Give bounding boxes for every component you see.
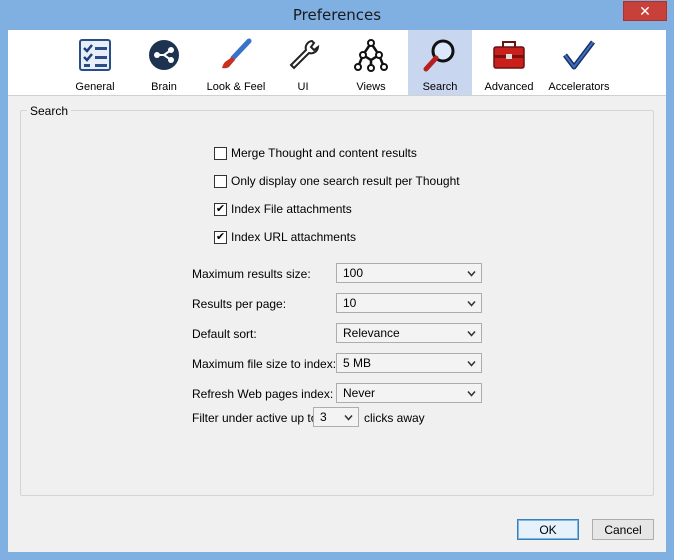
chevron-down-icon <box>344 415 353 421</box>
max-results-label: Maximum results size: <box>192 267 311 281</box>
toolbox-icon <box>489 35 529 75</box>
tab-label: Advanced <box>484 81 534 93</box>
refresh-web-index-label: Refresh Web pages index: <box>192 387 334 401</box>
default-sort-select[interactable]: Relevance <box>336 323 482 343</box>
tab-accelerators[interactable]: Accelerators <box>546 30 612 95</box>
paintbrush-icon <box>216 35 256 75</box>
checkbox-label: Index URL attachments <box>231 230 356 244</box>
dialog-body: General Brain Look & Feel UI Views Searc… <box>8 30 666 552</box>
checklist-icon <box>75 35 115 75</box>
tab-label: Look & Feel <box>206 81 266 93</box>
checkbox-label: Index File attachments <box>231 202 352 216</box>
checkbox-box[interactable]: ✔ <box>214 202 227 216</box>
chevron-down-icon <box>467 391 476 397</box>
tab-label: Views <box>356 81 386 93</box>
tab-label: UI <box>297 81 309 93</box>
chevron-down-icon <box>467 331 476 337</box>
category-toolbar: General Brain Look & Feel UI Views Searc… <box>8 30 666 96</box>
default-sort-label: Default sort: <box>192 327 257 341</box>
chevron-down-icon <box>467 271 476 277</box>
tab-label: Search <box>422 81 458 93</box>
group-title: Search <box>27 104 72 118</box>
refresh-web-index-select[interactable]: Never <box>336 383 482 403</box>
tab-look-feel[interactable]: Look & Feel <box>203 30 269 95</box>
checkmark-icon <box>559 35 599 75</box>
views-icon <box>351 35 391 75</box>
magnifier-icon <box>420 35 460 75</box>
tab-label: Accelerators <box>548 81 610 93</box>
chevron-down-icon <box>467 301 476 307</box>
checkbox-box[interactable]: ✔ <box>214 230 227 244</box>
close-button[interactable]: ✕ <box>623 1 667 21</box>
tab-search[interactable]: Search <box>408 30 472 95</box>
check-icon: ✔ <box>215 230 226 243</box>
check-icon: ✔ <box>215 202 226 215</box>
brain-icon <box>144 35 184 75</box>
checkbox-label: Merge Thought and content results <box>231 146 417 160</box>
tab-brain[interactable]: Brain <box>141 30 187 95</box>
select-value: 10 <box>343 296 357 310</box>
cancel-button[interactable]: Cancel <box>592 519 654 540</box>
tab-advanced[interactable]: Advanced <box>482 30 536 95</box>
one-result-per-thought-checkbox[interactable]: Only display one search result per Thoug… <box>214 173 460 189</box>
checkbox-box[interactable] <box>214 174 227 188</box>
checkbox-box[interactable] <box>214 146 227 160</box>
preferences-window: Preferences ✕ General Brain Look & Feel … <box>0 0 674 560</box>
checkbox-label: Only display one search result per Thoug… <box>231 174 460 188</box>
results-per-page-select[interactable]: 10 <box>336 293 482 313</box>
max-results-select[interactable]: 100 <box>336 263 482 283</box>
select-value: Relevance <box>343 326 400 340</box>
window-title: Preferences <box>292 6 382 24</box>
filter-prefix-label: Filter under active up to <box>192 411 318 425</box>
wrench-icon <box>283 35 323 75</box>
select-value: 5 MB <box>343 356 372 370</box>
max-file-size-label: Maximum file size to index: <box>192 357 337 371</box>
tab-views[interactable]: Views <box>348 30 394 95</box>
search-group: Search Merge Thought and content results… <box>20 104 654 496</box>
close-icon: ✕ <box>639 2 651 19</box>
merge-results-checkbox[interactable]: Merge Thought and content results <box>214 145 417 161</box>
filter-clicks-select[interactable]: 3 <box>313 407 359 427</box>
tab-label: General <box>75 81 115 93</box>
tab-ui[interactable]: UI <box>283 30 323 95</box>
index-file-attachments-checkbox[interactable]: ✔ Index File attachments <box>214 201 352 217</box>
tab-general[interactable]: General <box>68 30 122 95</box>
select-value: Never <box>343 386 376 400</box>
ok-button[interactable]: OK <box>517 519 579 540</box>
filter-suffix-label: clicks away <box>364 411 425 425</box>
select-value: 100 <box>343 266 364 280</box>
chevron-down-icon <box>467 361 476 367</box>
index-url-attachments-checkbox[interactable]: ✔ Index URL attachments <box>214 229 356 245</box>
results-per-page-label: Results per page: <box>192 297 287 311</box>
title-bar[interactable]: Preferences ✕ <box>0 0 674 30</box>
select-value: 3 <box>320 410 327 424</box>
tab-label: Brain <box>151 81 177 93</box>
max-file-size-select[interactable]: 5 MB <box>336 353 482 373</box>
